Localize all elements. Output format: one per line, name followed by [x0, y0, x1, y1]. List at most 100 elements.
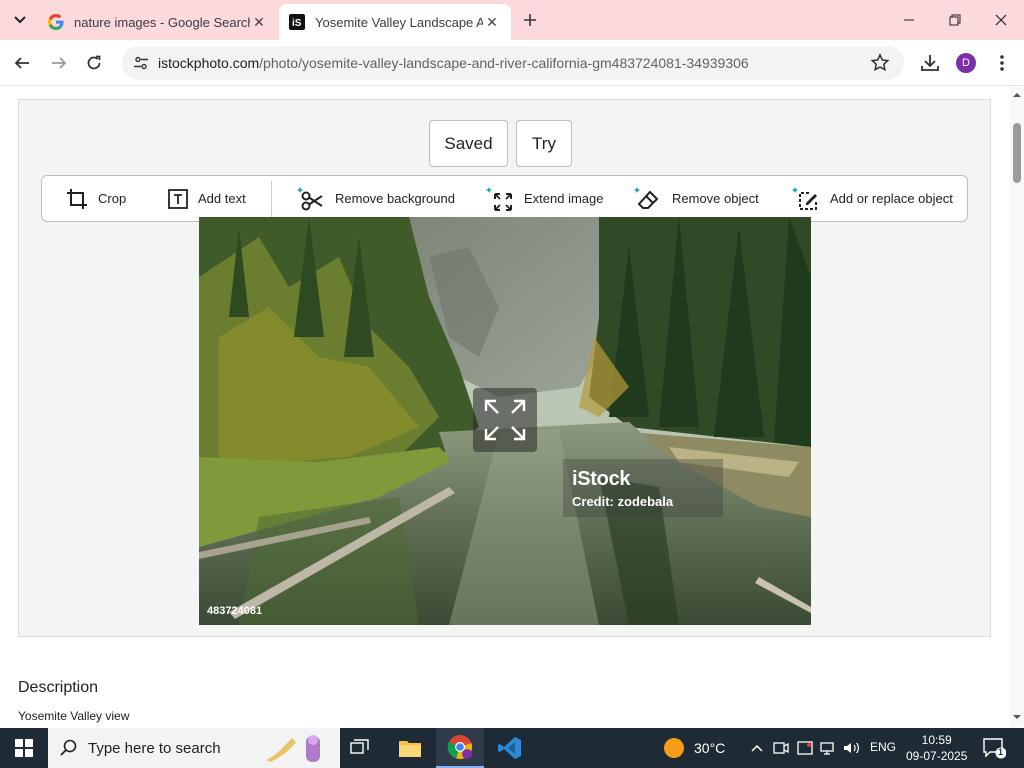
task-view-icon	[350, 739, 369, 754]
istock-icon: iS	[289, 14, 305, 30]
tab-title: Yosemite Valley Landscape And	[315, 14, 483, 30]
close-icon[interactable]: ✕	[250, 13, 268, 31]
scroll-up-arrow-icon[interactable]	[1013, 91, 1021, 99]
reload-icon	[87, 55, 101, 70]
plus-icon	[524, 14, 536, 26]
tools-divider	[271, 181, 272, 217]
page-scrollbar[interactable]	[1010, 87, 1024, 727]
istock-watermark-logo: iStock	[572, 468, 631, 490]
more-vert-icon	[1000, 55, 1004, 71]
minimize-button[interactable]	[886, 0, 932, 40]
weather-widget[interactable]: 30°C	[664, 728, 725, 768]
tab-istock[interactable]: iS Yosemite Valley Landscape And ✕	[279, 4, 511, 40]
language-indicator[interactable]: ENG	[870, 740, 896, 754]
close-icon	[995, 14, 1007, 26]
profile-avatar[interactable]: D	[956, 53, 976, 73]
scissors-icon	[297, 186, 323, 210]
download-icon	[921, 55, 939, 71]
temperature: 30°C	[694, 740, 726, 756]
minimize-icon	[904, 19, 914, 21]
remove-background-tool[interactable]: Remove background	[297, 176, 455, 221]
saved-button[interactable]: Saved	[429, 120, 508, 167]
add-text-label: Add text	[198, 191, 246, 206]
downloads-button[interactable]	[915, 48, 945, 78]
task-view-button[interactable]	[336, 728, 384, 768]
yosemite-photo[interactable]: iStock Credit: zodebala 483724081	[199, 217, 811, 625]
remove-object-label: Remove object	[672, 191, 759, 206]
image-id: 483724081	[207, 605, 263, 617]
volume-icon[interactable]	[842, 738, 862, 758]
taskbar-search[interactable]: Type here to search	[48, 728, 340, 768]
show-hidden-icons-button[interactable]	[747, 738, 767, 758]
add-or-replace-object-label: Add or replace object	[830, 191, 953, 206]
windows-taskbar: Type here to search 30°C ENG 10:59 09-07…	[0, 728, 1024, 768]
try-button[interactable]: Try	[516, 120, 572, 167]
edit-image-icon	[792, 186, 817, 210]
folder-icon	[399, 741, 421, 757]
forward-button[interactable]	[44, 48, 74, 78]
start-button[interactable]	[0, 728, 48, 768]
restore-button[interactable]	[932, 0, 978, 40]
tab-search-button[interactable]	[6, 7, 34, 33]
arrow-right-icon	[52, 57, 67, 69]
file-explorer-button[interactable]	[386, 728, 434, 768]
page-content: Saved Try Crop Add text Remove backgroun…	[0, 87, 1010, 727]
add-or-replace-object-tool[interactable]: Add or replace object	[792, 176, 953, 221]
search-icon	[60, 739, 77, 756]
browser-menu-button[interactable]	[990, 50, 1014, 76]
text-icon	[168, 188, 188, 209]
chrome-taskbar-button[interactable]	[436, 728, 484, 768]
tab-strip: nature images - Google Search ✕ iS Yosem…	[0, 0, 1024, 40]
close-icon[interactable]: ✕	[483, 13, 501, 31]
site-info-icon[interactable]	[130, 52, 152, 74]
google-icon	[48, 14, 64, 30]
extend-icon	[486, 186, 512, 211]
description-text: Yosemite Valley view	[18, 709, 130, 723]
remove-object-tool[interactable]: Remove object	[634, 176, 759, 221]
notification-center-button[interactable]: 1	[982, 737, 1007, 759]
add-text-tool[interactable]: Add text	[168, 176, 246, 221]
fullscreen-icon	[484, 399, 526, 441]
arrow-left-icon	[14, 57, 29, 69]
search-placeholder: Type here to search	[88, 739, 221, 757]
tab-google-search[interactable]: nature images - Google Search ✕	[38, 4, 278, 40]
chevron-down-icon	[14, 16, 26, 24]
extend-image-label: Extend image	[524, 191, 604, 206]
remove-background-label: Remove background	[335, 191, 455, 206]
photo-credit: Credit: zodebala	[572, 494, 674, 509]
image-editor-panel: Saved Try Crop Add text Remove backgroun…	[18, 99, 991, 637]
crop-icon	[67, 188, 87, 209]
close-window-button[interactable]	[978, 0, 1024, 40]
star-icon[interactable]	[870, 53, 890, 73]
tab-title: nature images - Google Search	[74, 14, 250, 30]
expand-image-button[interactable]	[473, 388, 537, 452]
eraser-icon	[634, 186, 659, 209]
description-heading: Description	[18, 679, 99, 696]
clock-date: 09-07-2025	[906, 749, 968, 763]
meet-now-icon[interactable]	[771, 738, 791, 758]
vscode-taskbar-button[interactable]	[486, 728, 534, 768]
security-icon[interactable]	[795, 738, 815, 758]
sun-icon	[664, 738, 684, 758]
chrome-icon	[447, 735, 473, 760]
network-icon[interactable]	[819, 738, 839, 758]
scroll-down-arrow-icon[interactable]	[1013, 713, 1021, 721]
browser-toolbar: istockphoto.com/photo/yosemite-valley-la…	[0, 40, 1024, 86]
editing-tools-bar: Crop Add text Remove background Extend i…	[41, 175, 968, 222]
url-text[interactable]: istockphoto.com/photo/yosemite-valley-la…	[158, 55, 749, 71]
svg-text:iS: iS	[292, 18, 302, 29]
search-highlight-illustration	[266, 735, 320, 762]
scrollbar-thumb[interactable]	[1013, 123, 1021, 183]
windows-logo-icon	[15, 739, 33, 757]
url-host: istockphoto.com	[158, 55, 260, 71]
crop-tool[interactable]: Crop	[66, 176, 126, 221]
address-bar[interactable]: istockphoto.com/photo/yosemite-valley-la…	[122, 46, 904, 80]
crop-label: Crop	[98, 191, 127, 206]
back-button[interactable]	[7, 48, 37, 78]
new-tab-button[interactable]	[518, 8, 542, 32]
reload-button[interactable]	[79, 48, 109, 78]
restore-icon	[949, 14, 961, 26]
system-clock[interactable]: 10:59 09-07-2025	[906, 732, 967, 764]
extend-image-tool[interactable]: Extend image	[486, 176, 604, 221]
vscode-icon	[498, 737, 521, 759]
